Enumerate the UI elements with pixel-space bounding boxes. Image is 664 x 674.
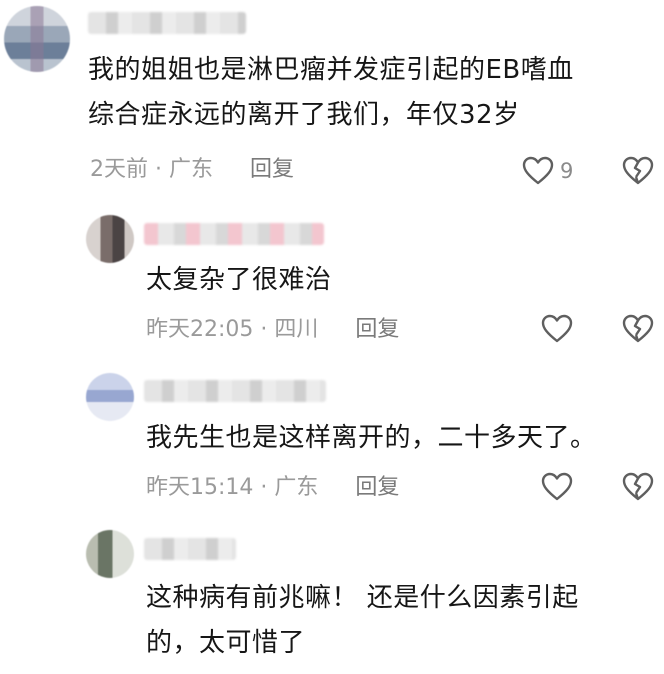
comment-text-line: 太复杂了很难治 xyxy=(146,265,332,295)
meta-separator: · xyxy=(260,317,268,342)
username-blurred[interactable] xyxy=(144,380,326,402)
avatar[interactable] xyxy=(86,530,134,578)
reply-button[interactable]: 回复 xyxy=(355,317,399,342)
broken-heart-icon[interactable] xyxy=(622,156,654,186)
heart-outline-icon[interactable] xyxy=(541,472,573,502)
broken-heart-icon[interactable] xyxy=(622,314,654,344)
comment-text-line: 的，太可惜了 xyxy=(146,628,306,658)
comment-location: 广东 xyxy=(274,475,319,500)
comment-meta: 昨天15:14 · 广东 回复 xyxy=(146,473,399,503)
comment-text-line: 我的姐姐也是淋巴瘤并发症引起的EB嗜血 xyxy=(88,55,574,85)
username-blurred[interactable] xyxy=(144,223,324,245)
username-blurred[interactable] xyxy=(88,12,246,34)
comment-text-line: 我先生也是这样离开的，二十多天了。 xyxy=(146,423,597,453)
comment-meta: 2天前 · 广东 回复 xyxy=(90,155,294,185)
meta-separator: · xyxy=(155,157,162,182)
reply-button[interactable]: 回复 xyxy=(250,157,294,182)
comment-time: 昨天15:14 xyxy=(146,475,254,500)
comment-text-line: 综合症永远的离开了我们，年仅32岁 xyxy=(88,100,520,130)
reply-button[interactable]: 回复 xyxy=(355,475,399,500)
avatar[interactable] xyxy=(86,373,134,421)
avatar[interactable] xyxy=(4,6,70,72)
username-blurred[interactable] xyxy=(144,538,236,560)
comment-time: 2天前 xyxy=(90,157,148,182)
comment-meta: 昨天22:05 · 四川 回复 xyxy=(146,315,399,345)
comment-location: 广东 xyxy=(169,157,214,182)
broken-heart-icon[interactable] xyxy=(622,472,654,502)
heart-outline-icon[interactable] xyxy=(522,156,554,186)
like-count: 9 xyxy=(560,159,574,183)
avatar[interactable] xyxy=(86,215,134,263)
heart-outline-icon[interactable] xyxy=(541,314,573,344)
comment-text-line: 这种病有前兆嘛！ 还是什么因素引起 xyxy=(146,583,579,613)
meta-separator: · xyxy=(260,475,268,500)
comment-location: 四川 xyxy=(274,317,319,342)
comment-time: 昨天22:05 xyxy=(146,317,254,342)
